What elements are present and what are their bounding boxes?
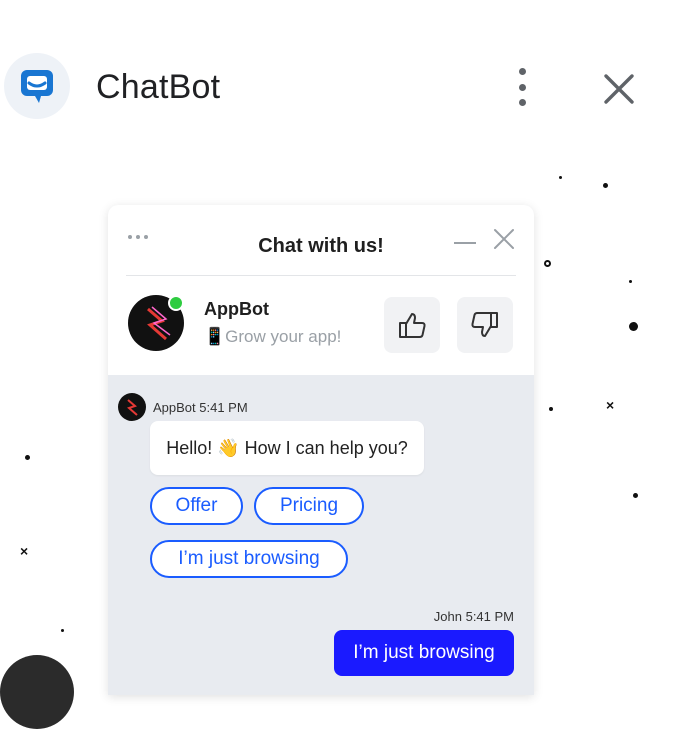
user-message-bubble: I’m just browsing xyxy=(334,630,514,676)
widget-close-icon[interactable] xyxy=(492,227,516,251)
message-avatar xyxy=(118,393,146,421)
thumbs-up-icon xyxy=(399,313,426,338)
floating-action-button[interactable] xyxy=(0,655,74,729)
user-message-meta: John 5:41 PM xyxy=(433,609,514,624)
quick-reply-offer[interactable]: Offer xyxy=(150,487,243,525)
close-icon[interactable] xyxy=(600,70,638,108)
widget-title: Chat with us! xyxy=(258,235,384,257)
widget-header: Chat with us! AppBot 📱Grow your app! xyxy=(108,205,534,375)
bot-tagline: 📱Grow your app! xyxy=(204,327,342,346)
thumbs-down-button[interactable] xyxy=(457,297,513,353)
bot-message-bubble: Hello! 👋 How I can help you? xyxy=(150,421,424,475)
thumbs-up-button[interactable] xyxy=(384,297,440,353)
app-bar: ChatBot xyxy=(0,0,687,175)
header-divider xyxy=(126,275,516,276)
app-title: ChatBot xyxy=(96,68,221,106)
online-status-indicator xyxy=(168,295,184,311)
thumbs-down-icon xyxy=(471,312,498,337)
more-vert-icon[interactable] xyxy=(508,68,536,106)
message-meta: AppBot 5:41 PM xyxy=(153,400,248,415)
quick-reply-pricing[interactable]: Pricing xyxy=(254,487,364,525)
quick-reply-browsing[interactable]: I’m just browsing xyxy=(150,540,348,578)
chatbot-logo-icon xyxy=(4,53,70,119)
chat-widget: Chat with us! AppBot 📱Grow your app! App… xyxy=(108,205,534,695)
minimize-icon[interactable] xyxy=(454,242,476,244)
bot-name: AppBot xyxy=(204,299,269,319)
